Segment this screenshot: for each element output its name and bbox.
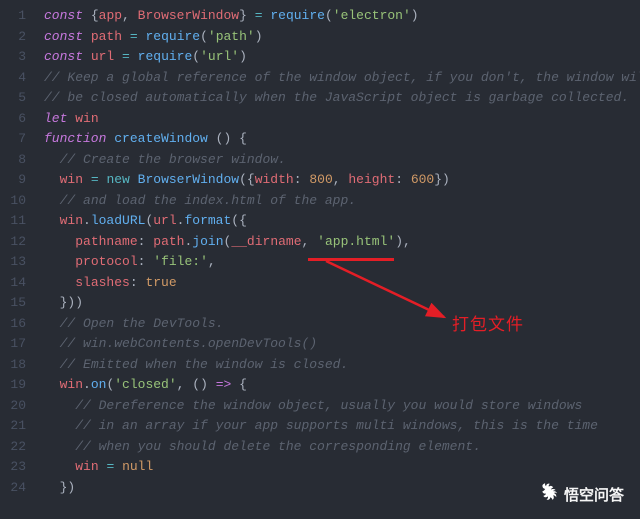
- line-number: 23: [0, 457, 34, 478]
- code-line[interactable]: // Emitted when the window is closed.: [34, 355, 640, 376]
- line-number: 24: [0, 478, 34, 499]
- line-number: 1: [0, 6, 34, 27]
- code-line[interactable]: function createWindow () {: [34, 129, 640, 150]
- highlight-underline: [308, 258, 394, 261]
- code-line[interactable]: // in an array if your app supports mult…: [34, 416, 640, 437]
- line-number: 14: [0, 273, 34, 294]
- line-number: 10: [0, 191, 34, 212]
- line-number: 12: [0, 232, 34, 253]
- code-line[interactable]: pathname: path.join(__dirname, 'app.html…: [34, 232, 640, 253]
- watermark-text: 悟空问答: [564, 484, 624, 505]
- line-number: 3: [0, 47, 34, 68]
- line-number-gutter: 123456789101112131415161718192021222324: [0, 0, 34, 519]
- line-number: 21: [0, 416, 34, 437]
- line-number: 15: [0, 293, 34, 314]
- line-number: 22: [0, 437, 34, 458]
- code-line[interactable]: win = null: [34, 457, 640, 478]
- watermark-icon: [536, 483, 558, 505]
- code-line[interactable]: // Create the browser window.: [34, 150, 640, 171]
- line-number: 16: [0, 314, 34, 335]
- code-line[interactable]: const url = require('url'): [34, 47, 640, 68]
- watermark: 悟空问答: [536, 483, 624, 505]
- line-number: 4: [0, 68, 34, 89]
- code-line[interactable]: // Keep a global reference of the window…: [34, 68, 640, 89]
- code-line[interactable]: // when you should delete the correspond…: [34, 437, 640, 458]
- code-line[interactable]: // be closed automatically when the Java…: [34, 88, 640, 109]
- line-number: 20: [0, 396, 34, 417]
- code-line[interactable]: const path = require('path'): [34, 27, 640, 48]
- code-line[interactable]: })): [34, 293, 640, 314]
- line-number: 19: [0, 375, 34, 396]
- line-number: 11: [0, 211, 34, 232]
- line-number: 2: [0, 27, 34, 48]
- code-line[interactable]: // win.webContents.openDevTools(): [34, 334, 640, 355]
- code-line[interactable]: win.on('closed', () => {: [34, 375, 640, 396]
- line-number: 6: [0, 109, 34, 130]
- code-line[interactable]: // and load the index.html of the app.: [34, 191, 640, 212]
- code-line[interactable]: win = new BrowserWindow({width: 800, hei…: [34, 170, 640, 191]
- annotation-label: 打包文件: [452, 310, 524, 335]
- code-line[interactable]: slashes: true: [34, 273, 640, 294]
- line-number: 8: [0, 150, 34, 171]
- code-line[interactable]: let win: [34, 109, 640, 130]
- code-line[interactable]: protocol: 'file:',: [34, 252, 640, 273]
- code-line[interactable]: win.loadURL(url.format({: [34, 211, 640, 232]
- line-number: 5: [0, 88, 34, 109]
- code-line[interactable]: // Open the DevTools.: [34, 314, 640, 335]
- line-number: 17: [0, 334, 34, 355]
- code-line[interactable]: const {app, BrowserWindow} = require('el…: [34, 6, 640, 27]
- line-number: 9: [0, 170, 34, 191]
- line-number: 7: [0, 129, 34, 150]
- code-line[interactable]: // Dereference the window object, usuall…: [34, 396, 640, 417]
- line-number: 18: [0, 355, 34, 376]
- line-number: 13: [0, 252, 34, 273]
